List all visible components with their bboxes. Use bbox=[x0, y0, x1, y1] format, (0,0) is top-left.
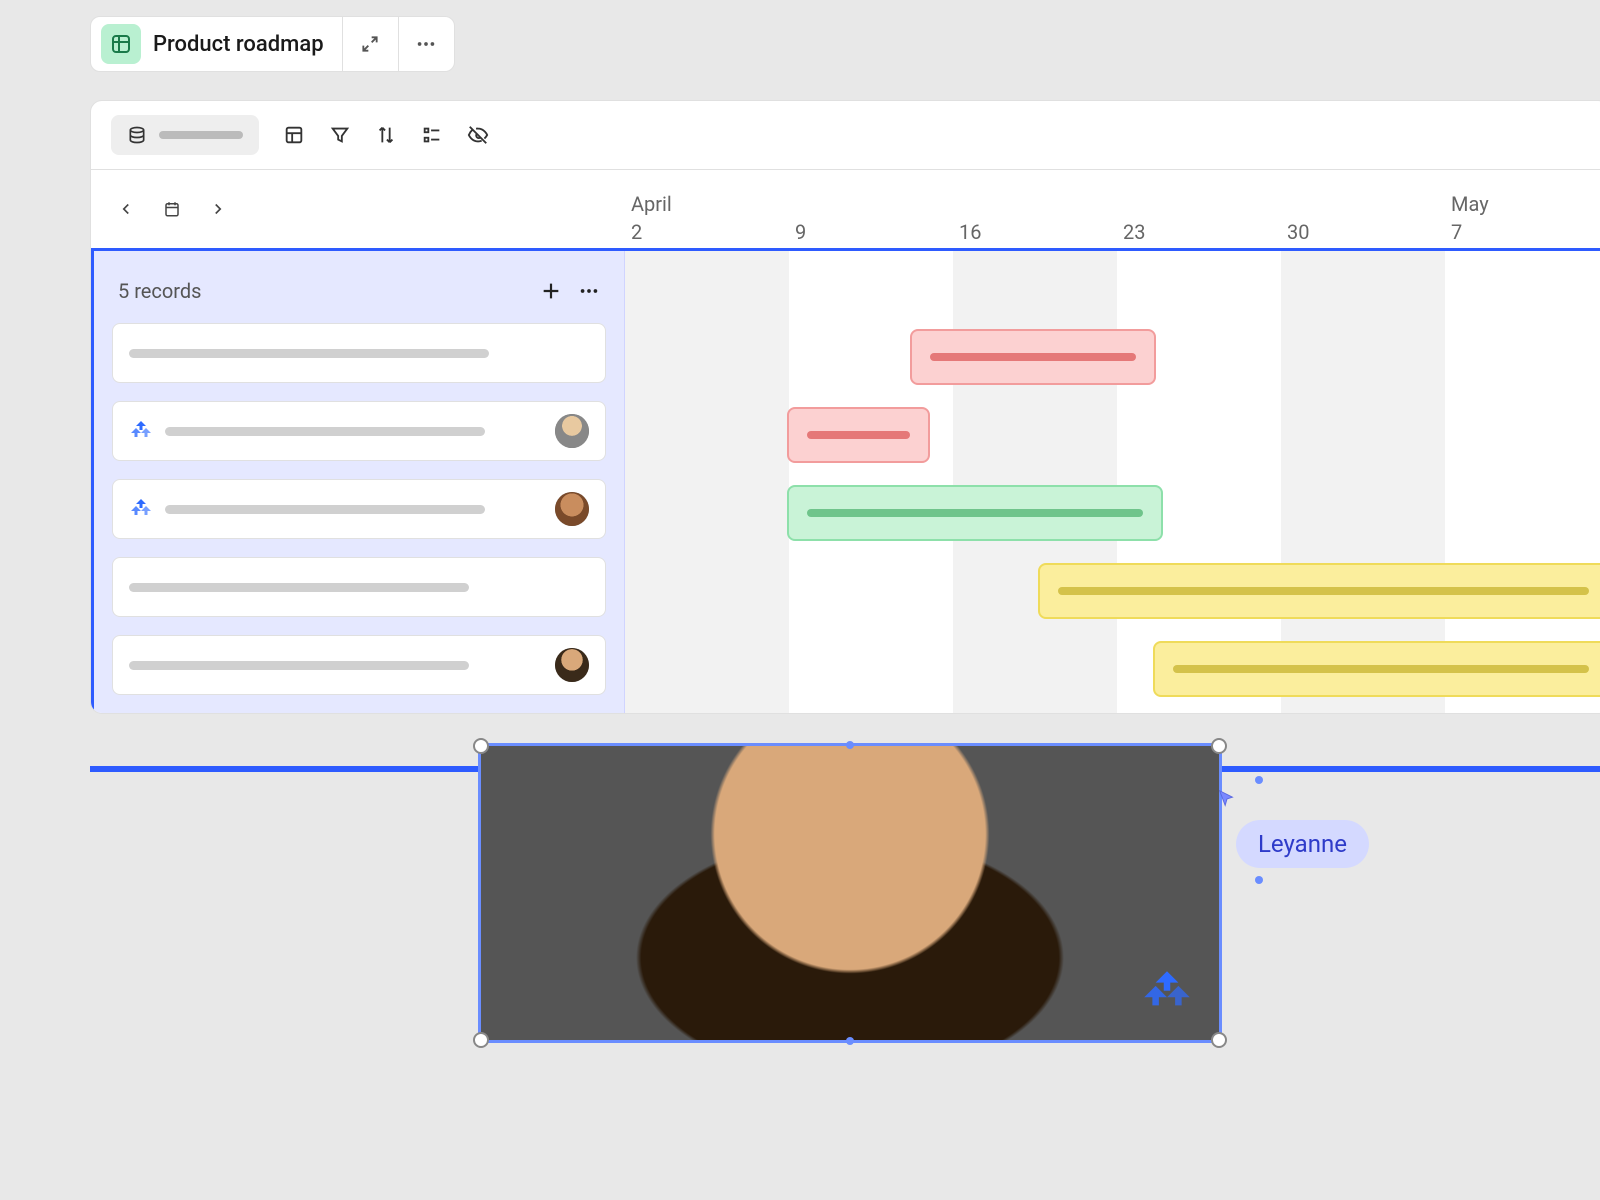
avatar bbox=[555, 648, 589, 682]
timeline-panel: April29162330May7 5 records bbox=[90, 100, 1600, 714]
timeline-column-header: 30 bbox=[1281, 192, 1445, 244]
database-icon bbox=[101, 24, 141, 64]
record-card[interactable] bbox=[478, 743, 1222, 1043]
months-header: April29162330May7 bbox=[625, 170, 1600, 248]
jira-icon bbox=[129, 497, 153, 521]
jira-icon bbox=[1141, 968, 1193, 1020]
gantt-bar[interactable] bbox=[1038, 563, 1600, 619]
record-title-placeholder bbox=[165, 505, 485, 514]
more-button[interactable] bbox=[399, 16, 455, 72]
bar-content-placeholder bbox=[807, 431, 910, 439]
timeline-column-header: May7 bbox=[1445, 192, 1600, 244]
timeline-column-header: 16 bbox=[953, 192, 1117, 244]
record-row[interactable] bbox=[112, 401, 606, 461]
avatar bbox=[609, 862, 653, 906]
page-title: Product roadmap bbox=[153, 32, 324, 57]
selection-dot bbox=[1255, 876, 1263, 884]
bar-content-placeholder bbox=[1173, 665, 1589, 673]
bar-content-placeholder bbox=[1058, 587, 1589, 595]
timeline-column-header: 9 bbox=[789, 192, 953, 244]
records-sidebar: 5 records bbox=[91, 251, 625, 713]
bar-content-placeholder bbox=[930, 353, 1136, 361]
toolbar bbox=[91, 101, 1600, 169]
records-more-button[interactable] bbox=[578, 280, 600, 302]
gantt-chart[interactable] bbox=[625, 251, 1600, 713]
timeline-column-header: April2 bbox=[625, 192, 789, 244]
selection-dot bbox=[846, 741, 854, 749]
add-record-button[interactable] bbox=[540, 280, 562, 302]
bar-content-placeholder bbox=[807, 509, 1143, 517]
collaborator-cursor bbox=[1216, 788, 1238, 814]
collaborator-tag: Leyanne bbox=[1236, 820, 1369, 868]
prev-button[interactable] bbox=[115, 198, 137, 220]
view-selector[interactable] bbox=[111, 115, 259, 155]
record-title-placeholder bbox=[165, 427, 485, 436]
page-tab[interactable]: Product roadmap bbox=[90, 16, 343, 72]
sort-icon[interactable] bbox=[375, 124, 397, 146]
timeline-nav bbox=[91, 170, 625, 248]
record-row[interactable] bbox=[112, 479, 606, 539]
assignee-property[interactable] bbox=[593, 852, 863, 916]
avatar bbox=[555, 414, 589, 448]
hide-icon[interactable] bbox=[467, 124, 489, 146]
record-row[interactable] bbox=[112, 323, 606, 383]
gantt-bar[interactable] bbox=[787, 485, 1163, 541]
avatar bbox=[555, 492, 589, 526]
resize-handle[interactable] bbox=[1211, 738, 1227, 754]
filter-icon[interactable] bbox=[329, 124, 351, 146]
record-row[interactable] bbox=[112, 635, 606, 695]
selection-dot bbox=[1255, 776, 1263, 784]
timeline-column-header: 23 bbox=[1117, 192, 1281, 244]
resize-handle[interactable] bbox=[1211, 1032, 1227, 1048]
resize-handle[interactable] bbox=[473, 1032, 489, 1048]
records-count: 5 records bbox=[118, 279, 201, 303]
gantt-bar[interactable] bbox=[910, 329, 1156, 385]
record-title-placeholder bbox=[129, 583, 469, 592]
view-name-placeholder bbox=[159, 131, 243, 139]
expand-button[interactable] bbox=[343, 16, 399, 72]
gantt-bar[interactable] bbox=[787, 407, 930, 463]
layout-icon[interactable] bbox=[283, 124, 305, 146]
next-button[interactable] bbox=[207, 198, 229, 220]
calendar-icon[interactable] bbox=[161, 198, 183, 220]
group-icon[interactable] bbox=[421, 124, 443, 146]
record-title-placeholder bbox=[129, 349, 489, 358]
resize-handle[interactable] bbox=[473, 738, 489, 754]
jira-icon bbox=[129, 419, 153, 443]
record-row[interactable] bbox=[112, 557, 606, 617]
gantt-bar[interactable] bbox=[1153, 641, 1600, 697]
record-title-placeholder bbox=[129, 661, 469, 670]
selection-dot bbox=[846, 1037, 854, 1045]
